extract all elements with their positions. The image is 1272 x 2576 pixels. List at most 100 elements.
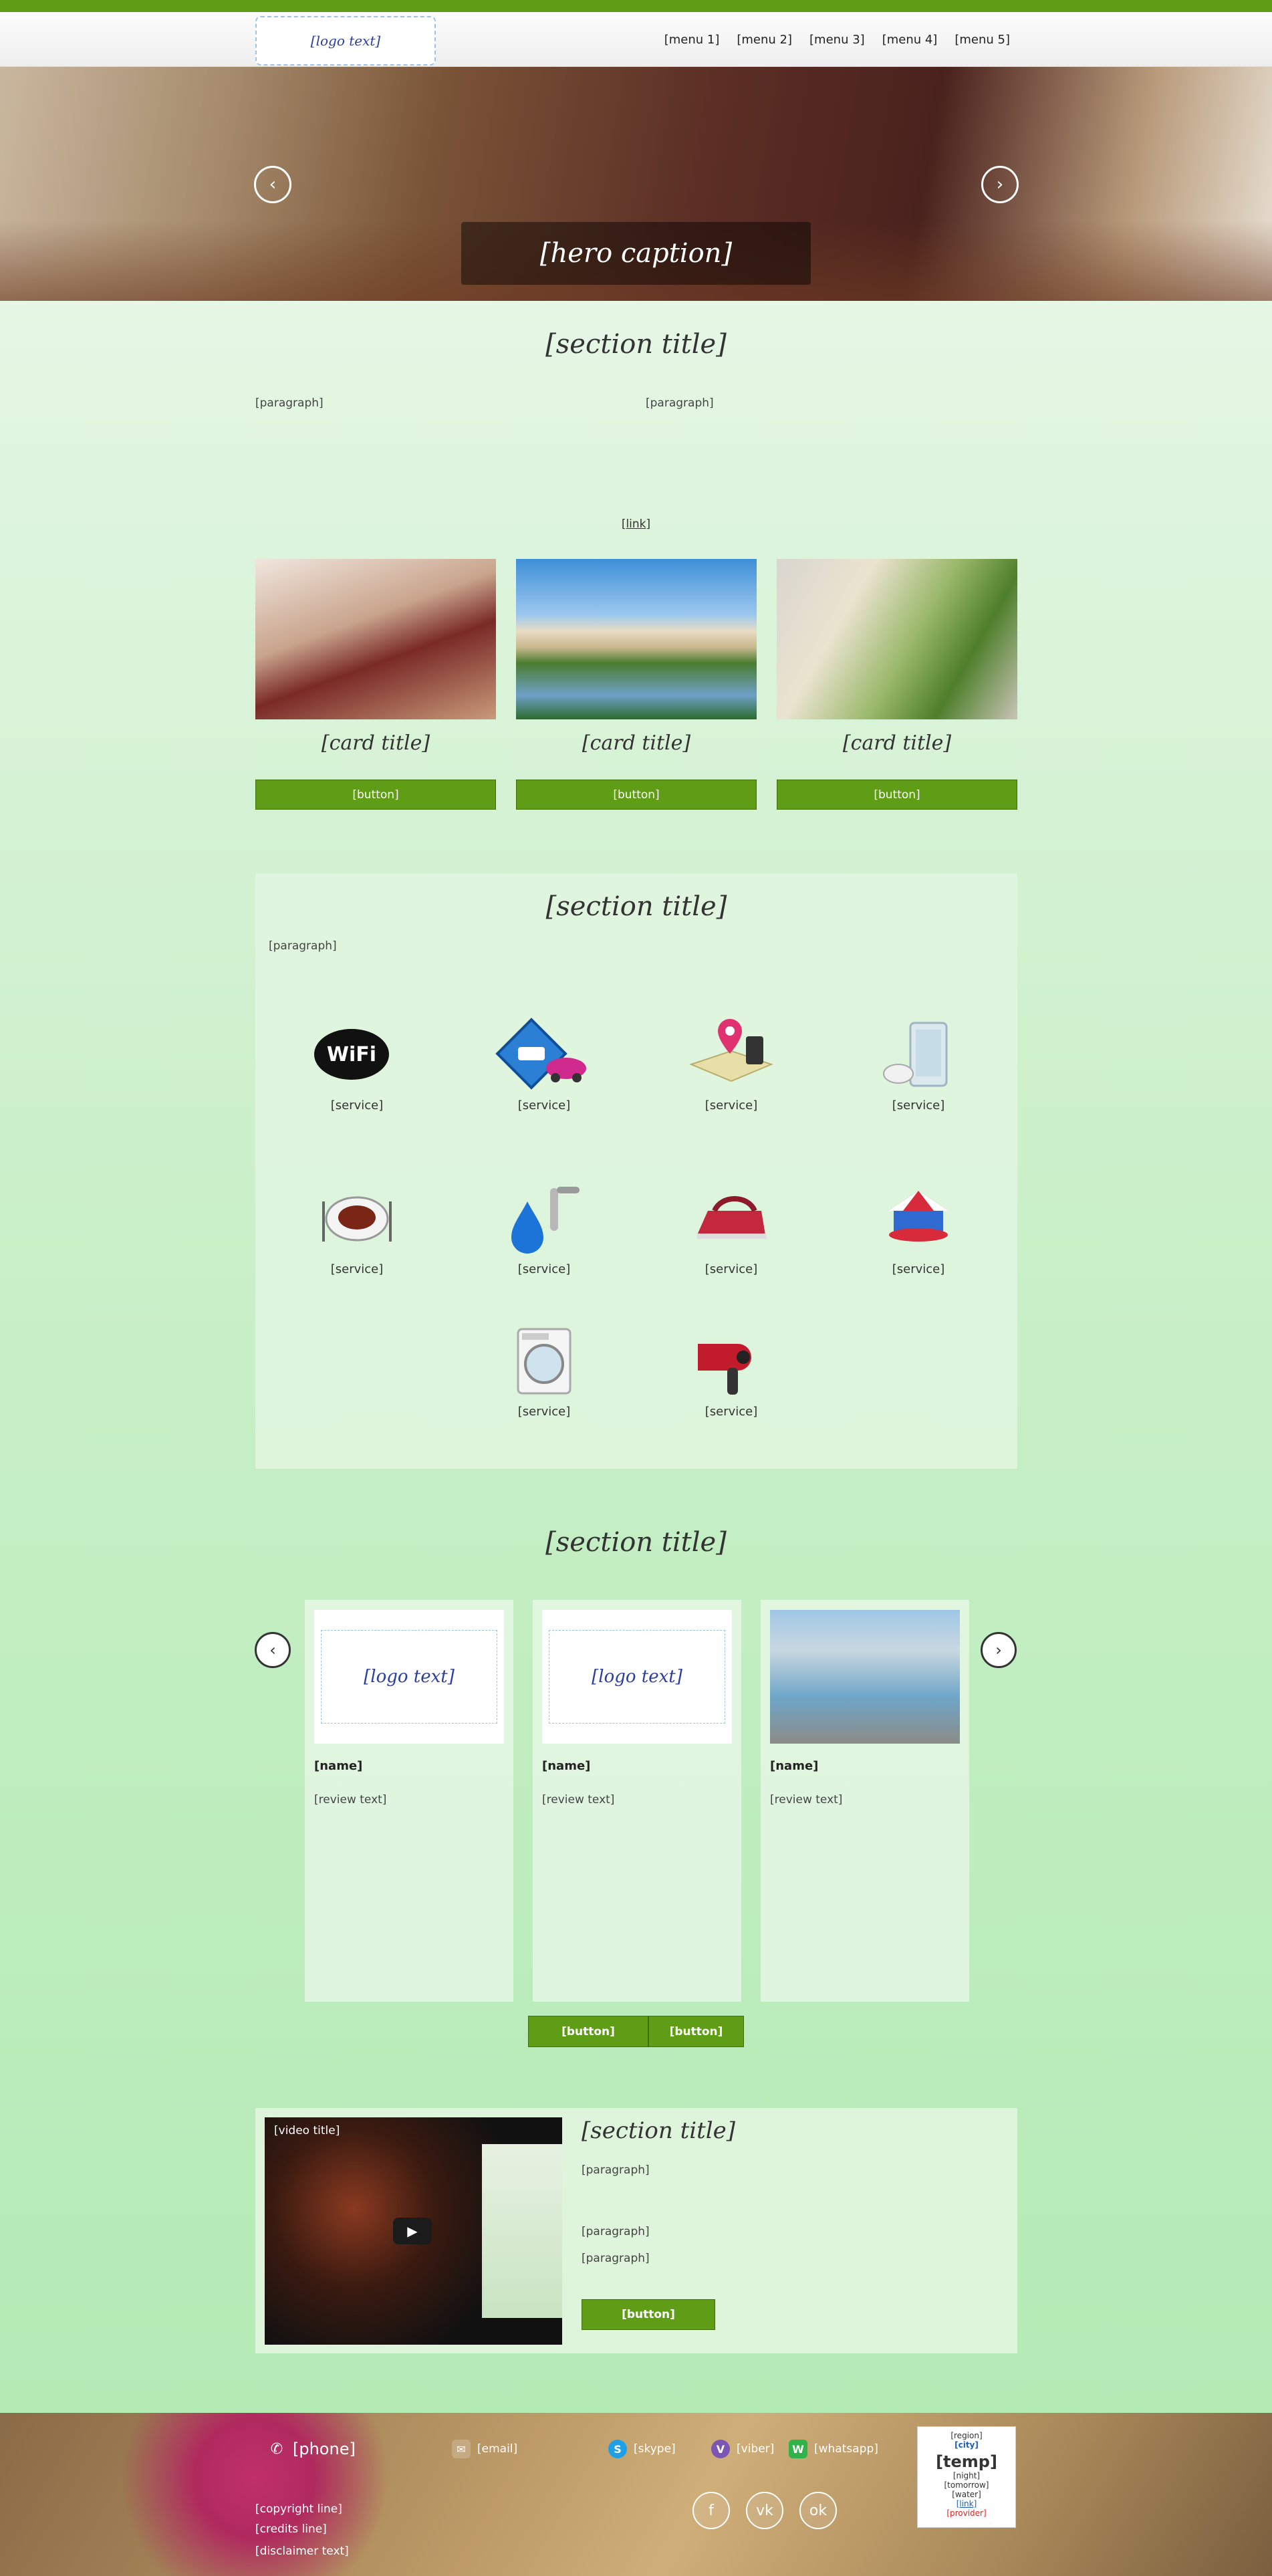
nav-item-1[interactable]: [menu 1]	[664, 33, 720, 47]
footer-viber-text: [viber]	[737, 2442, 775, 2456]
card-rooms-title: [card title]	[321, 731, 430, 755]
map-pin-icon	[644, 1014, 818, 1094]
trip-paragraph: [paragraph]	[582, 2225, 650, 2238]
card-gallery-button[interactable]: [button]	[777, 780, 1017, 810]
play-icon[interactable]: ▶	[393, 2218, 432, 2244]
trip-section: [video title] ▶ [section title] [paragra…	[255, 2108, 1017, 2353]
review-author: [name]	[770, 1759, 819, 1773]
vk-icon[interactable]: vk	[746, 2492, 783, 2529]
hero-next-arrow-icon[interactable]: ›	[981, 166, 1019, 203]
card-rooms-button[interactable]: [button]	[255, 780, 496, 810]
card-gallery-image[interactable]	[777, 559, 1017, 719]
hero-slider: ‹ › [hero caption]	[0, 67, 1272, 301]
service-item: [service]	[457, 1178, 631, 1280]
service-label: [service]	[517, 1262, 571, 1276]
video-player[interactable]: [video title] ▶	[265, 2117, 562, 2345]
iron-icon	[644, 1178, 818, 1258]
trip-paragraph: [paragraph]	[582, 2252, 650, 2265]
footer-email-text: [email]	[477, 2442, 518, 2456]
footer-skype[interactable]: S [skype]	[608, 2440, 676, 2458]
wifi-icon: WiFi	[270, 1014, 444, 1094]
site-footer: ✆ [phone] ✉ [email] S [skype] V [viber] …	[0, 2413, 1272, 2576]
service-label: [service]	[330, 1262, 384, 1276]
weather-widget[interactable]: [region] [city] [temp] [night] [tomorrow…	[917, 2426, 1016, 2528]
service-item: [service]	[644, 1014, 818, 1117]
trip-title: [section title]	[582, 2117, 736, 2144]
footer-whatsapp[interactable]: W [whatsapp]	[789, 2440, 878, 2458]
review-text: [review text]	[542, 1793, 615, 1806]
main-nav: [menu 1] [menu 2] [menu 3] [menu 4] [men…	[664, 12, 1010, 67]
footer-phone-text: [phone]	[293, 2440, 356, 2458]
footer-disclaimer: [disclaimer text]	[255, 2545, 349, 2558]
parking-icon	[457, 1014, 631, 1094]
review-card: [logo text] [name] [review text]	[305, 1600, 513, 2002]
card-rooms-image[interactable]	[255, 559, 496, 719]
footer-skype-text: [skype]	[634, 2442, 676, 2456]
card-trips-title: [card title]	[582, 731, 691, 755]
weather-provider: [provider]	[946, 2508, 987, 2518]
service-item: [service]	[457, 1320, 631, 1423]
weather-region: [region]	[950, 2431, 983, 2440]
card-trips-image[interactable]	[516, 559, 757, 719]
svg-text:WiFi: WiFi	[327, 1043, 376, 1066]
phone-icon: ✆	[270, 2440, 283, 2458]
about-title: [section title]	[545, 329, 727, 360]
service-label: [service]	[705, 1405, 758, 1419]
weather-forecast-link[interactable]: [link]	[918, 2499, 1015, 2508]
nav-item-4[interactable]: [menu 4]	[882, 33, 938, 47]
skype-icon: S	[608, 2440, 627, 2458]
reviews-title: [section title]	[545, 1527, 727, 1558]
review-card: [name] [review text]	[761, 1600, 969, 2002]
footer-viber[interactable]: V [viber]	[711, 2440, 774, 2458]
services-intro: [paragraph]	[269, 939, 337, 953]
service-item: [service]	[457, 1014, 631, 1117]
review-avatar-logo: [logo text]	[314, 1610, 504, 1744]
mail-icon: ✉	[452, 2440, 471, 2458]
footer-email[interactable]: ✉ [email]	[452, 2440, 517, 2458]
odnoklassniki-icon[interactable]: ok	[799, 2492, 837, 2529]
trip-more-button[interactable]: [button]	[582, 2299, 715, 2330]
about-more-link[interactable]: [link]	[0, 517, 1272, 531]
facebook-icon[interactable]: f	[692, 2492, 730, 2529]
hero-caption: [hero caption]	[461, 222, 811, 285]
nav-item-5[interactable]: [menu 5]	[955, 33, 1010, 47]
whatsapp-icon: W	[789, 2440, 807, 2458]
water-tap-icon	[457, 1178, 631, 1258]
viber-icon: V	[711, 2440, 730, 2458]
site-logo[interactable]: [logo text]	[255, 16, 436, 66]
weather-night: [night]	[952, 2471, 981, 2480]
hero-prev-arrow-icon[interactable]: ‹	[254, 166, 291, 203]
top-accent-bar	[0, 0, 1272, 12]
weather-tomorrow: [tomorrow]	[944, 2480, 989, 2490]
card-trips-button[interactable]: [button]	[516, 780, 757, 810]
footer-phone[interactable]: ✆ [phone]	[267, 2440, 356, 2458]
service-item: [service]	[644, 1178, 818, 1280]
review-avatar-logo: [logo text]	[542, 1610, 732, 1744]
review-logo-text: [logo text]	[321, 1630, 497, 1724]
all-reviews-button[interactable]: [button]	[648, 2016, 744, 2047]
nav-item-2[interactable]: [menu 2]	[737, 33, 792, 47]
washing-machine-icon	[457, 1320, 631, 1401]
hair-dryer-icon	[644, 1320, 818, 1401]
review-logo-text: [logo text]	[549, 1630, 725, 1724]
logo-text: [logo text]	[310, 33, 381, 49]
footer-copyright: [copyright line]	[255, 2502, 342, 2516]
footer-developer: [credits line]	[255, 2523, 327, 2536]
service-label: [service]	[705, 1262, 758, 1276]
weather-city: [city]	[955, 2440, 979, 2450]
reviews-prev-arrow-icon[interactable]: ‹	[255, 1632, 291, 1668]
service-label: [service]	[892, 1262, 945, 1276]
review-author: [name]	[542, 1759, 591, 1773]
service-item: WiFi [service]	[270, 1014, 444, 1117]
service-label: [service]	[517, 1405, 571, 1419]
shower-icon	[832, 1014, 1005, 1094]
about-text-right: [paragraph]	[646, 396, 714, 410]
review-author: [name]	[314, 1759, 363, 1773]
trip-paragraph: [paragraph]	[582, 2163, 650, 2177]
site-header: [logo text] [menu 1] [menu 2] [menu 3] […	[0, 12, 1272, 67]
nav-item-3[interactable]: [menu 3]	[809, 33, 865, 47]
leave-review-button[interactable]: [button]	[528, 2016, 648, 2047]
reviews-next-arrow-icon[interactable]: ›	[981, 1632, 1017, 1668]
service-item: [service]	[832, 1178, 1005, 1280]
about-text-left: [paragraph]	[255, 396, 324, 410]
